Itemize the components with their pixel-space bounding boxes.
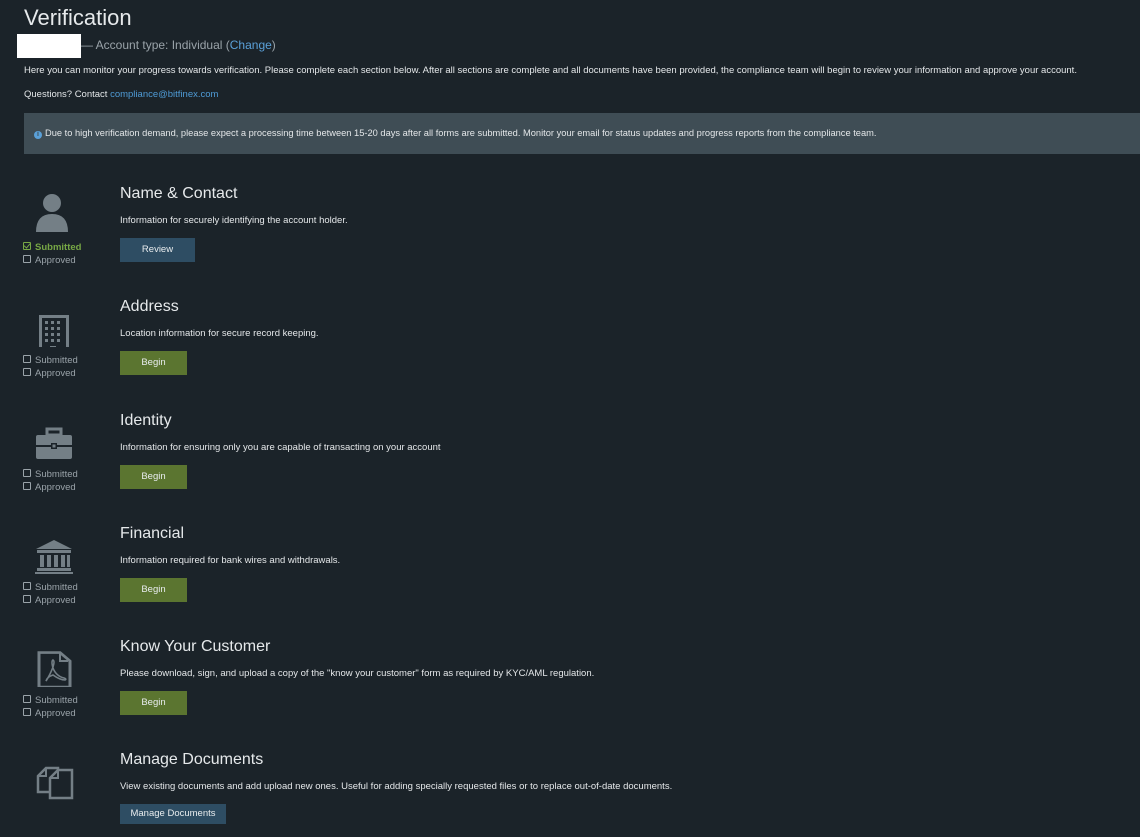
section-title: Identity [120, 412, 172, 429]
approved-label: Approved [35, 368, 76, 379]
account-type-label: — Account type: Individual ( [81, 38, 230, 52]
documents-icon [36, 766, 74, 800]
approved-label: Approved [35, 255, 76, 266]
section-description: Please download, sign, and upload a copy… [120, 668, 595, 679]
submitted-label: Submitted [35, 469, 78, 480]
questions-label: Questions? Contact [24, 89, 111, 100]
check-icon [23, 242, 31, 250]
approved-status: Approved [23, 368, 76, 379]
bank-icon [35, 540, 73, 574]
checkbox-icon [23, 368, 31, 376]
manage-documents-button[interactable]: Manage Documents [120, 804, 226, 824]
checkbox-icon [23, 469, 31, 477]
section-description: View existing documents and add upload n… [120, 781, 673, 792]
checkbox-icon [23, 355, 31, 363]
section-description: Information required for bank wires and … [120, 555, 341, 566]
approved-status: Approved [23, 255, 76, 266]
section-title: Financial [120, 525, 185, 542]
section-address: Submitted Approved Address Location info… [0, 293, 1140, 403]
section-kyc: Submitted Approved Know Your Customer Pl… [0, 633, 1140, 743]
section-title: Address [120, 298, 179, 315]
approved-status: Approved [23, 708, 76, 719]
section-financial: Submitted Approved Financial Information… [0, 520, 1140, 630]
info-icon: i [34, 131, 42, 139]
submitted-status: Submitted [23, 582, 78, 593]
checkbox-icon [23, 482, 31, 490]
checkbox-icon [23, 695, 31, 703]
submitted-label: Submitted [35, 582, 78, 593]
approved-label: Approved [35, 595, 76, 606]
page-title: Verification [24, 5, 132, 30]
submitted-status: Submitted [23, 695, 78, 706]
section-title: Name & Contact [120, 185, 238, 202]
building-icon [39, 315, 69, 347]
submitted-label: Submitted [35, 695, 78, 706]
intro-text: Here you can monitor your progress towar… [24, 65, 1077, 76]
submitted-label: Submitted [35, 242, 82, 253]
questions-line: Questions? Contact compliance@bitfinex.c… [24, 89, 218, 100]
section-title: Know Your Customer [120, 638, 271, 655]
begin-identity-button[interactable]: Begin [120, 465, 187, 489]
begin-financial-button[interactable]: Begin [120, 578, 187, 602]
section-description: Information for securely identifying the… [120, 215, 348, 226]
approved-label: Approved [35, 482, 76, 493]
compliance-email-link[interactable]: compliance@bitfinex.com [110, 89, 218, 100]
submitted-status: Submitted [23, 469, 78, 480]
section-manage-documents: Manage Documents View existing documents… [0, 746, 1140, 837]
begin-address-button[interactable]: Begin [120, 351, 187, 375]
checkbox-icon [23, 708, 31, 716]
begin-kyc-button[interactable]: Begin [120, 691, 187, 715]
section-title: Manage Documents [120, 751, 264, 768]
person-icon [36, 194, 68, 232]
submitted-label: Submitted [35, 355, 78, 366]
approved-status: Approved [23, 595, 76, 606]
change-account-type-link[interactable]: Change [230, 38, 272, 52]
checkbox-icon [23, 255, 31, 263]
section-identity: Submitted Approved Identity Information … [0, 407, 1140, 517]
checkbox-icon [23, 582, 31, 590]
notice-text: Due to high verification demand, please … [45, 128, 877, 138]
review-button[interactable]: Review [120, 238, 195, 262]
section-description: Information for ensuring only you are ca… [120, 442, 441, 453]
checkbox-icon [23, 595, 31, 603]
section-name-contact: Submitted Approved Name & Contact Inform… [0, 180, 1140, 290]
pdf-file-icon [37, 651, 72, 687]
redacted-username [17, 34, 81, 58]
briefcase-icon [36, 427, 72, 459]
approved-status: Approved [23, 482, 76, 493]
section-description: Location information for secure record k… [120, 328, 319, 339]
account-type: — Account type: Individual (Change) [81, 38, 276, 52]
account-type-suffix: ) [271, 38, 276, 52]
processing-notice: i Due to high verification demand, please… [24, 113, 1140, 154]
submitted-status: Submitted [23, 355, 78, 366]
approved-label: Approved [35, 708, 76, 719]
submitted-status: Submitted [23, 242, 81, 253]
